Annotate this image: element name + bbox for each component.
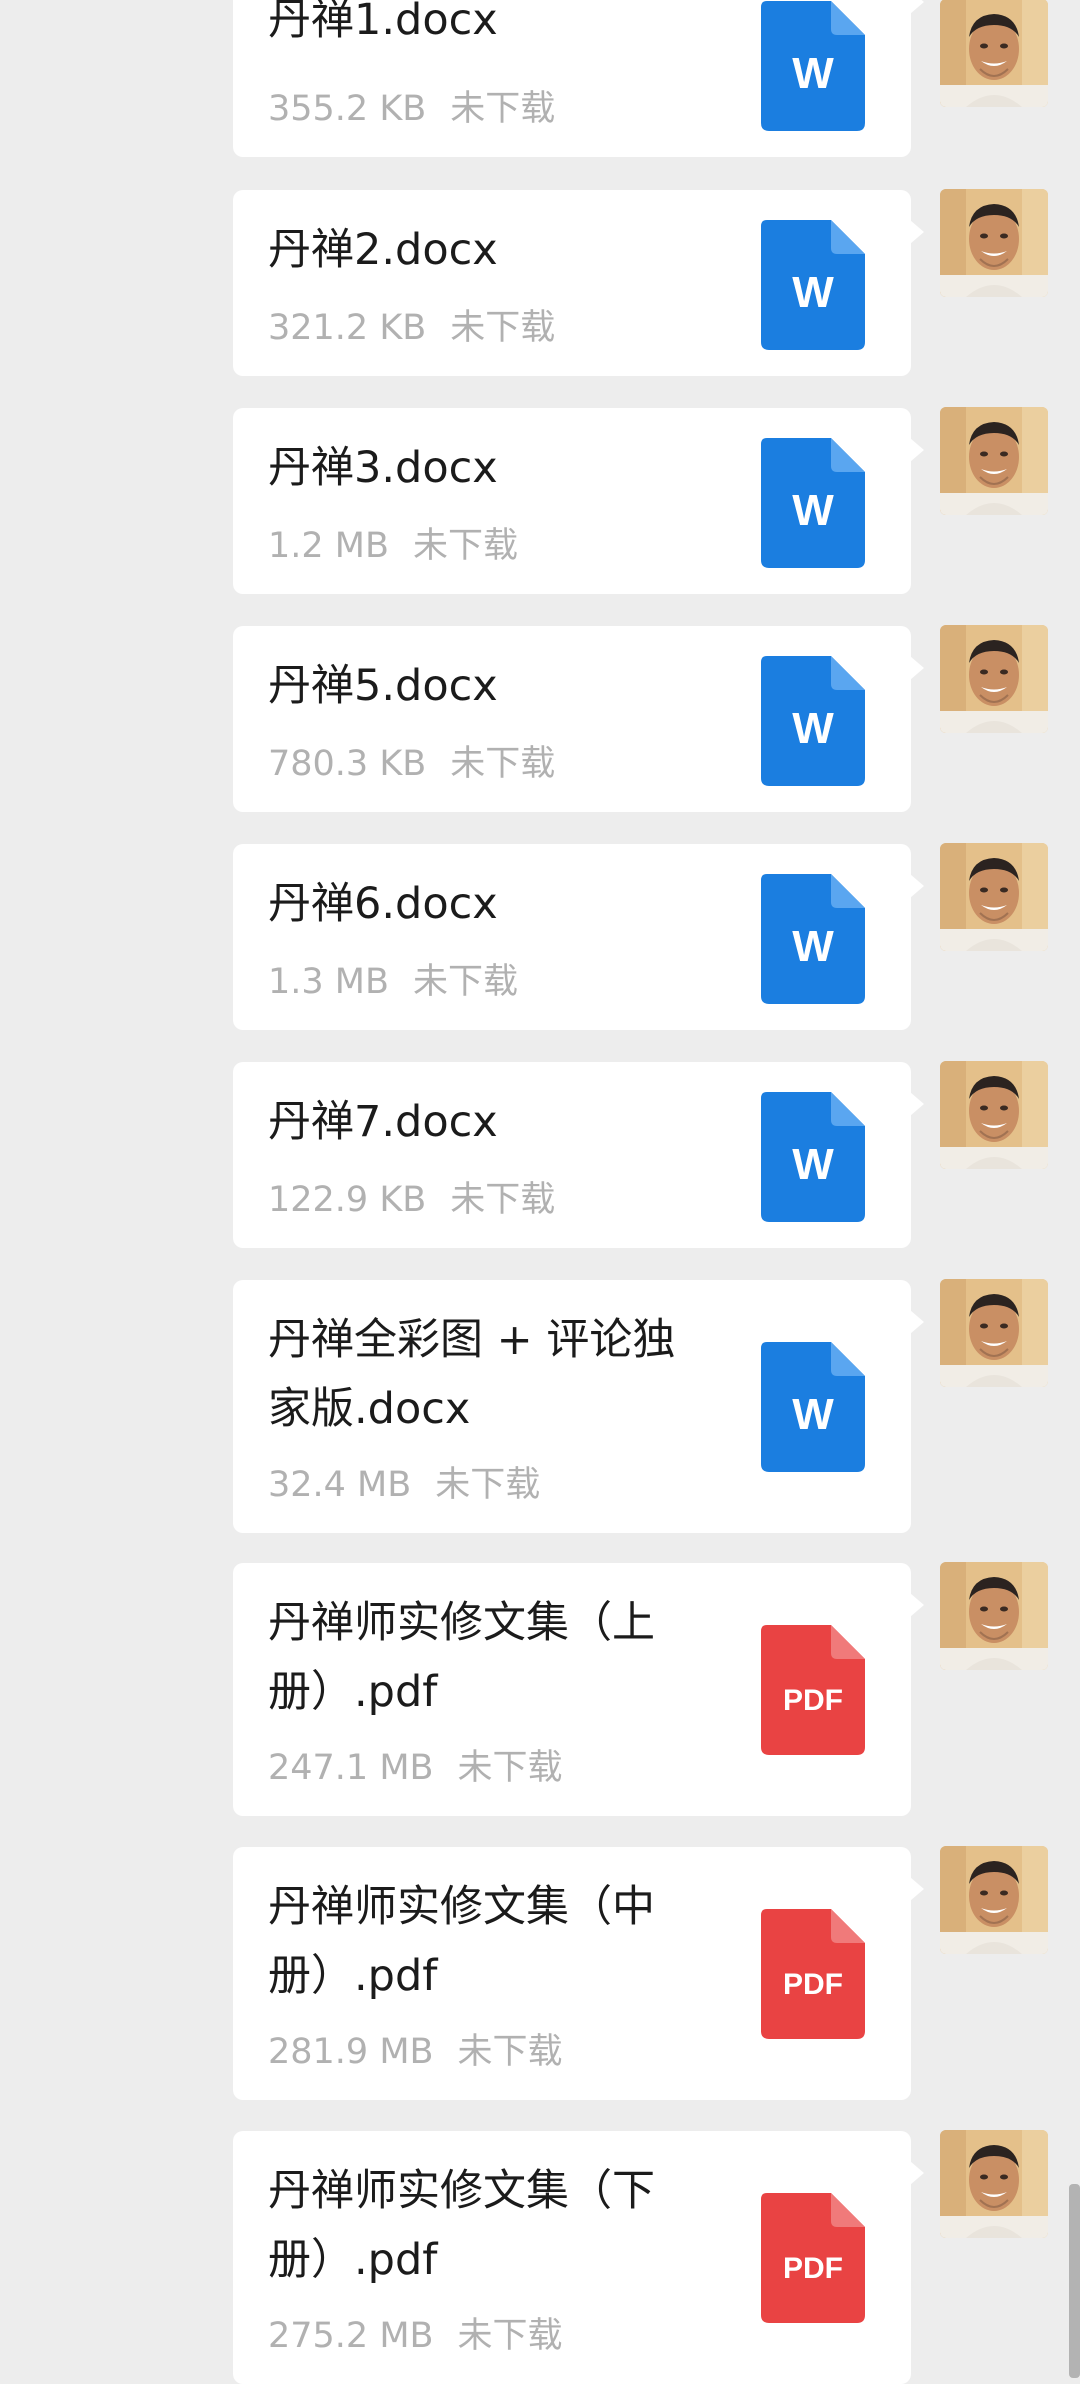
chat-message: 丹禅师实修文集（上册）.pdf 247.1 MB 未下载 PDF: [0, 1562, 1080, 1816]
file-icon-label: W: [792, 268, 834, 317]
download-status: 未下载: [457, 2316, 563, 2356]
file-message-bubble[interactable]: 丹禅师实修文集（中册）.pdf 281.9 MB 未下载 PDF: [233, 1847, 924, 2100]
word-icon: W: [761, 874, 865, 1004]
file-size: 247.1 MB: [268, 1748, 434, 1788]
file-message-bubble[interactable]: 丹禅1.docx 355.2 KB 未下载 W: [233, 0, 924, 157]
download-status: 未下载: [450, 89, 556, 129]
file-meta: 281.9 MB 未下载: [268, 2030, 563, 2074]
file-meta: 780.3 KB 未下载: [268, 742, 555, 786]
file-name: 丹禅全彩图 + 评论独家版.docx: [268, 1315, 676, 1434]
avatar[interactable]: [940, 1279, 1048, 1387]
file-name: 丹禅5.docx: [268, 661, 498, 711]
download-status: 未下载: [450, 1180, 556, 1220]
pdf-icon: PDF: [761, 2193, 865, 2323]
file-message-bubble[interactable]: 丹禅5.docx 780.3 KB 未下载 W: [233, 626, 924, 812]
avatar[interactable]: [940, 0, 1048, 107]
file-meta: 355.2 KB 未下载: [268, 87, 555, 131]
chat-message: 丹禅7.docx 122.9 KB 未下载 W: [0, 1061, 1080, 1248]
chat-message: 丹禅师实修文集（中册）.pdf 281.9 MB 未下载 PDF: [0, 1846, 1080, 2100]
file-message-bubble[interactable]: 丹禅7.docx 122.9 KB 未下载 W: [233, 1062, 924, 1248]
file-name: 丹禅7.docx: [268, 1097, 498, 1147]
file-size: 1.2 MB: [268, 526, 389, 566]
file-message-bubble[interactable]: 丹禅2.docx 321.2 KB 未下载 W: [233, 190, 924, 376]
file-meta: 275.2 MB 未下载: [268, 2314, 563, 2358]
download-status: 未下载: [450, 308, 556, 348]
file-message-bubble[interactable]: 丹禅6.docx 1.3 MB 未下载 W: [233, 844, 924, 1030]
avatar[interactable]: [940, 1846, 1048, 1954]
word-icon: W: [761, 438, 865, 568]
file-icon-label: W: [792, 922, 834, 971]
file-meta: 32.4 MB 未下载: [268, 1463, 540, 1507]
file-icon-label: W: [792, 1390, 834, 1439]
avatar[interactable]: [940, 1562, 1048, 1670]
file-name: 丹禅2.docx: [268, 225, 498, 275]
chat-message: 丹禅1.docx 355.2 KB 未下载 W: [0, 0, 1080, 157]
chat-message: 丹禅全彩图 + 评论独家版.docx 32.4 MB 未下载 W: [0, 1279, 1080, 1533]
file-size: 122.9 KB: [268, 1180, 427, 1220]
download-status: 未下载: [413, 962, 519, 1002]
file-size: 780.3 KB: [268, 744, 427, 784]
download-status: 未下载: [413, 526, 519, 566]
file-meta: 1.3 MB 未下载: [268, 960, 518, 1004]
download-status: 未下载: [450, 744, 556, 784]
file-name: 丹禅师实修文集（上册）.pdf: [268, 1598, 655, 1717]
file-size: 32.4 MB: [268, 1465, 412, 1505]
file-icon-label: W: [792, 486, 834, 535]
file-meta: 321.2 KB 未下载: [268, 306, 555, 350]
download-status: 未下载: [435, 1465, 541, 1505]
file-size: 281.9 MB: [268, 2032, 434, 2072]
avatar[interactable]: [940, 625, 1048, 733]
file-name: 丹禅师实修文集（中册）.pdf: [268, 1882, 655, 2001]
file-icon-label: W: [792, 49, 834, 98]
avatar[interactable]: [940, 843, 1048, 951]
file-name: 丹禅师实修文集（下册）.pdf: [268, 2166, 655, 2285]
file-meta: 1.2 MB 未下载: [268, 524, 518, 568]
avatar[interactable]: [940, 189, 1048, 297]
chat-message: 丹禅3.docx 1.2 MB 未下载 W: [0, 407, 1080, 594]
file-icon-label: W: [792, 1140, 834, 1189]
word-icon: W: [761, 1, 865, 131]
download-status: 未下载: [457, 1748, 563, 1788]
file-size: 275.2 MB: [268, 2316, 434, 2356]
file-icon-label: PDF: [783, 1968, 843, 2001]
file-name: 丹禅6.docx: [268, 879, 498, 929]
chat-message: 丹禅师实修文集（下册）.pdf 275.2 MB 未下载 PDF: [0, 2130, 1080, 2384]
file-name: 丹禅3.docx: [268, 443, 498, 493]
file-size: 1.3 MB: [268, 962, 389, 1002]
chat-message-list: 丹禅1.docx 355.2 KB 未下载 W 丹禅2.docx 321.2 KB 未下载 W…: [0, 0, 1080, 2384]
chat-message: 丹禅6.docx 1.3 MB 未下载 W: [0, 843, 1080, 1030]
file-icon-label: PDF: [783, 2252, 843, 2285]
pdf-icon: PDF: [761, 1625, 865, 1755]
file-icon-label: W: [792, 704, 834, 753]
word-icon: W: [761, 656, 865, 786]
file-message-bubble[interactable]: 丹禅师实修文集（下册）.pdf 275.2 MB 未下载 PDF: [233, 2131, 924, 2384]
file-meta: 122.9 KB 未下载: [268, 1178, 555, 1222]
download-status: 未下载: [457, 2032, 563, 2072]
file-message-bubble[interactable]: 丹禅全彩图 + 评论独家版.docx 32.4 MB 未下载 W: [233, 1280, 924, 1533]
file-message-bubble[interactable]: 丹禅师实修文集（上册）.pdf 247.1 MB 未下载 PDF: [233, 1563, 924, 1816]
avatar[interactable]: [940, 407, 1048, 515]
avatar[interactable]: [940, 2130, 1048, 2238]
pdf-icon: PDF: [761, 1909, 865, 2039]
file-icon-label: PDF: [783, 1684, 843, 1717]
word-icon: W: [761, 220, 865, 350]
word-icon: W: [761, 1342, 865, 1472]
avatar[interactable]: [940, 1061, 1048, 1169]
file-name: 丹禅1.docx: [268, 0, 498, 45]
file-message-bubble[interactable]: 丹禅3.docx 1.2 MB 未下载 W: [233, 408, 924, 594]
scrollbar-thumb[interactable]: [1069, 2184, 1080, 2378]
chat-message: 丹禅5.docx 780.3 KB 未下载 W: [0, 625, 1080, 812]
file-meta: 247.1 MB 未下载: [268, 1746, 563, 1790]
file-size: 321.2 KB: [268, 308, 427, 348]
file-size: 355.2 KB: [268, 89, 427, 129]
chat-message: 丹禅2.docx 321.2 KB 未下载 W: [0, 189, 1080, 376]
word-icon: W: [761, 1092, 865, 1222]
